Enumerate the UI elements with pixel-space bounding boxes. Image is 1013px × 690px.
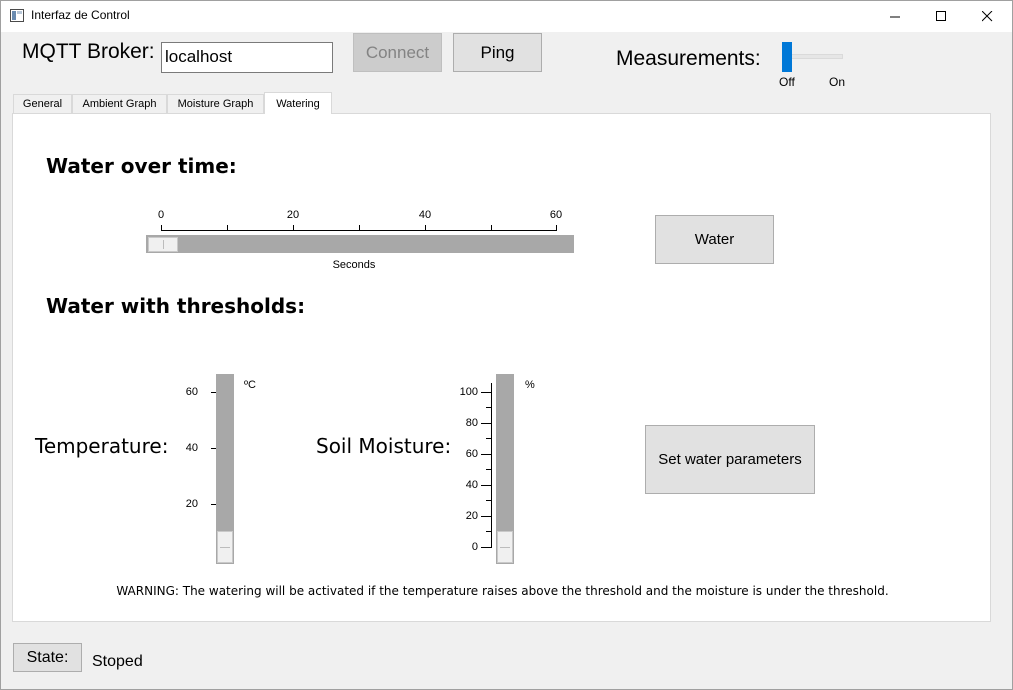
time-slider-tick	[359, 225, 360, 230]
time-slider-handle[interactable]	[148, 237, 178, 252]
title-bar[interactable]: Interfaz de Control	[1, 1, 1012, 32]
measurements-toggle-track[interactable]	[787, 54, 843, 59]
temperature-tick-label: 40	[185, 442, 198, 454]
time-tick-label: 20	[286, 209, 300, 221]
time-slider-groove[interactable]	[146, 235, 574, 253]
connect-button[interactable]: Connect	[353, 33, 442, 72]
broker-input[interactable]: localhost	[161, 42, 333, 73]
moisture-slider-handle[interactable]	[497, 531, 513, 563]
minimize-icon	[890, 16, 900, 18]
warning-text: WARNING: The watering will be activated …	[116, 584, 889, 598]
close-button[interactable]	[965, 1, 1011, 32]
water-with-thresholds-title: Water with thresholds:	[46, 294, 306, 318]
moisture-tick-label: 100	[459, 386, 478, 398]
time-slider-tick	[491, 225, 492, 230]
watering-panel: Water over time: 0 20 40 60 Seconds Wate…	[12, 113, 991, 622]
temperature-unit: ºC	[244, 379, 256, 391]
maximize-icon	[936, 11, 946, 21]
moisture-tick	[486, 500, 492, 501]
minimize-button[interactable]	[873, 1, 919, 32]
time-slider-tick	[161, 225, 162, 230]
maximize-button[interactable]	[919, 1, 965, 32]
moisture-tick	[481, 392, 492, 393]
tab-moisture-graph[interactable]: Moisture Graph	[167, 94, 264, 113]
temperature-label: Temperature:	[35, 434, 169, 458]
moisture-tick-label: 40	[465, 479, 478, 491]
measurements-label: Measurements:	[616, 47, 761, 70]
moisture-tick	[481, 516, 492, 517]
time-slider-tick	[227, 225, 228, 230]
app-icon	[10, 9, 24, 22]
moisture-tick-label: 60	[465, 448, 478, 460]
moisture-tick	[481, 454, 492, 455]
ping-button[interactable]: Ping	[453, 33, 542, 72]
time-slider-tick	[293, 225, 294, 230]
broker-label: MQTT Broker:	[22, 40, 155, 63]
state-button[interactable]: State:	[13, 643, 82, 672]
main-window: Interfaz de Control MQTT Broker: localho…	[0, 0, 1013, 690]
moisture-tick	[486, 438, 492, 439]
water-button[interactable]: Water	[655, 215, 774, 264]
toggle-off-label: Off	[779, 75, 795, 89]
moisture-tick-label: 20	[465, 510, 478, 522]
moisture-tick	[486, 469, 492, 470]
time-slider-unit: Seconds	[332, 259, 376, 271]
close-icon	[982, 11, 993, 22]
time-tick-label: 0	[157, 209, 165, 221]
moisture-tick	[486, 531, 492, 532]
toggle-on-label: On	[829, 75, 846, 89]
temperature-tick-label: 20	[185, 498, 198, 510]
time-tick-label: 60	[549, 209, 563, 221]
set-water-parameters-button[interactable]: Set water parameters	[645, 425, 815, 494]
moisture-tick	[481, 423, 492, 424]
water-over-time-title: Water over time:	[46, 154, 237, 178]
moisture-tick-label: 80	[465, 417, 478, 429]
moisture-unit: %	[525, 379, 535, 391]
time-tick-label: 40	[418, 209, 432, 221]
time-slider-axis	[161, 230, 557, 231]
time-slider-tick	[425, 225, 426, 230]
moisture-tick	[486, 407, 492, 408]
tab-watering[interactable]: Watering	[264, 92, 332, 114]
tab-general[interactable]: General	[13, 94, 72, 113]
window-title: Interfaz de Control	[31, 8, 130, 22]
time-slider-tick	[556, 225, 557, 230]
moisture-tick	[481, 547, 492, 548]
state-value: Stoped	[92, 653, 143, 670]
moisture-tick	[481, 485, 492, 486]
temperature-slider-handle[interactable]	[217, 531, 233, 563]
soil-moisture-label: Soil Moisture:	[316, 434, 452, 458]
measurements-toggle-handle[interactable]	[782, 42, 792, 72]
tab-ambient-graph[interactable]: Ambient Graph	[72, 94, 167, 113]
temperature-tick-label: 60	[185, 386, 198, 398]
moisture-tick-label: 0	[471, 541, 478, 553]
